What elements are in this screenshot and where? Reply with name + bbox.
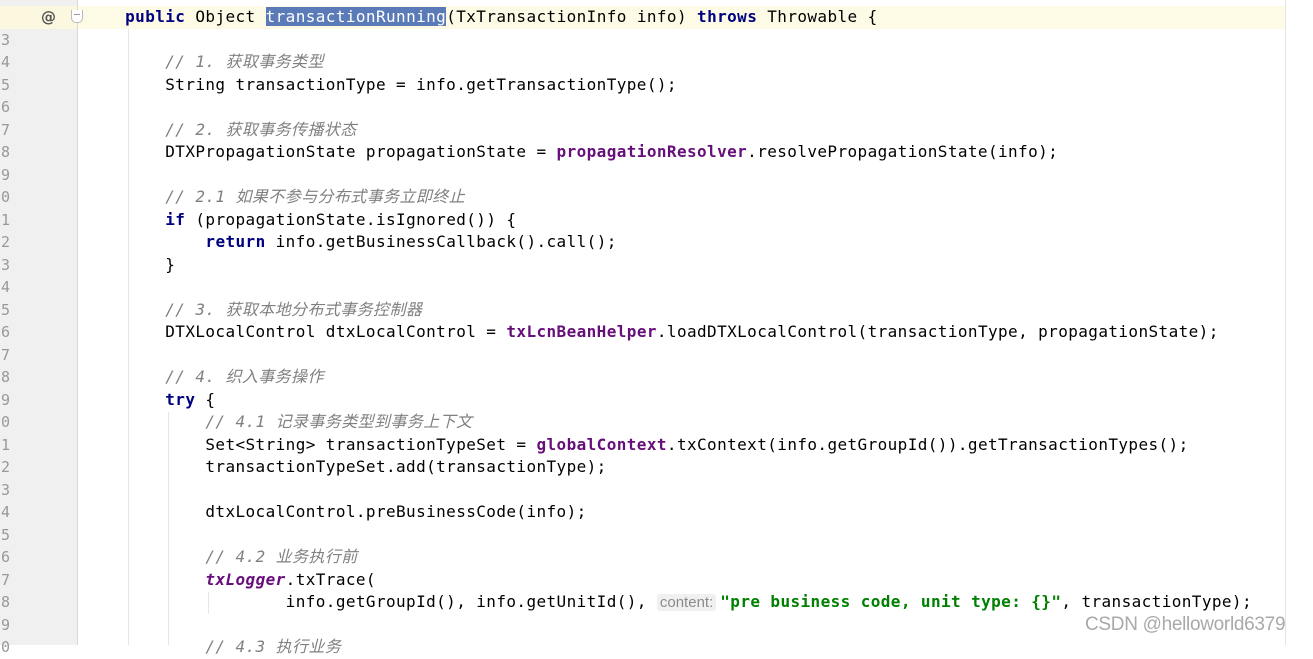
code-text: (TxTransactionInfo info) xyxy=(446,7,698,26)
line-number: 4 xyxy=(0,503,10,521)
parameter-hint: content: xyxy=(656,594,717,611)
code-text: info.getGroupId(), info.getUnitId(), xyxy=(85,592,657,611)
code-line[interactable]: DTXLocalControl dtxLocalControl = txLcnB… xyxy=(85,321,1219,344)
keyword: try xyxy=(165,389,196,409)
code-line[interactable]: // 4.2 业务执行前 xyxy=(85,546,358,569)
line-number: 8 xyxy=(0,593,10,611)
keyword: return xyxy=(205,232,266,251)
line-number: 8 xyxy=(0,368,10,386)
code-comment: // 3. 获取本地分布式事务控制器 xyxy=(85,299,423,319)
code-text: (propagationState.isIgnored()) { xyxy=(185,209,517,229)
code-comment: // 4.2 业务执行前 xyxy=(85,547,358,566)
code-text: info.getBusinessCallback().call(); xyxy=(265,232,617,251)
code-text: String transactionType = info.getTransac… xyxy=(85,74,677,94)
line-number: 7 xyxy=(0,570,10,589)
line-number: 9 xyxy=(0,615,10,634)
code-comment: // 4.3 执行业务 xyxy=(85,637,342,656)
code-comment: // 2. 获取事务传播状态 xyxy=(85,119,357,139)
line-number: 7 xyxy=(0,345,10,364)
line-number: 9 xyxy=(0,390,10,409)
keyword: if xyxy=(165,209,186,229)
line-number: 3 xyxy=(0,480,10,499)
line-number: 0 xyxy=(0,413,10,431)
selected-method-name: transactionRunning xyxy=(265,7,447,26)
code-line[interactable]: String transactionType = info.getTransac… xyxy=(85,74,677,97)
code-line[interactable]: txLogger.txTrace( xyxy=(85,569,376,592)
line-number: 0 xyxy=(0,188,10,206)
code-line[interactable]: // 1. 获取事务类型 xyxy=(85,51,324,74)
code-line[interactable]: transactionTypeSet.add(transactionType); xyxy=(85,456,607,479)
line-number: 4 xyxy=(0,53,10,71)
line-number: 3 xyxy=(0,30,10,49)
code-line[interactable]: dtxLocalControl.preBusinessCode(info); xyxy=(85,501,587,524)
code-text: DTXLocalControl dtxLocalControl = xyxy=(85,322,507,341)
code-comment: // 4. 织入事务操作 xyxy=(85,367,324,386)
static-field-reference: txLogger xyxy=(205,569,286,589)
line-number: 0 xyxy=(0,638,10,656)
line-number: 6 xyxy=(0,98,10,116)
line-number: 5 xyxy=(0,75,10,94)
line-number: 5 xyxy=(0,300,10,319)
code-text: DTXPropagationState propagationState = xyxy=(85,142,557,161)
code-line[interactable]: // 4. 织入事务操作 xyxy=(85,366,324,389)
line-number: 7 xyxy=(0,120,10,139)
code-comment: // 2.1 如果不参与分布式事务立即终止 xyxy=(85,187,466,206)
code-line[interactable]: // 4.3 执行业务 xyxy=(85,636,341,659)
keyword: throws xyxy=(697,7,758,26)
code-line[interactable]: } xyxy=(85,254,175,277)
line-number: 4 xyxy=(0,278,10,296)
code-comment: // 4.1 记录事务类型到事务上下文 xyxy=(85,412,473,431)
code-text: .resolvePropagationState(info); xyxy=(747,142,1059,161)
code-text: dtxLocalControl.preBusinessCode(info); xyxy=(85,502,587,521)
code-comment: // 1. 获取事务类型 xyxy=(85,52,324,71)
line-number: 3 xyxy=(0,255,10,274)
code-line[interactable]: // 4.1 记录事务类型到事务上下文 xyxy=(85,411,472,434)
line-number: 2 xyxy=(0,458,10,476)
line-number: 6 xyxy=(0,548,10,566)
code-text: , transactionType); xyxy=(1061,592,1252,611)
code-line[interactable]: public Object transactionRunning(TxTrans… xyxy=(85,6,878,29)
code-line[interactable]: // 2.1 如果不参与分布式事务立即终止 xyxy=(85,186,465,209)
code-line[interactable]: Set<String> transactionTypeSet = globalC… xyxy=(85,434,1189,457)
line-number: 9 xyxy=(0,165,10,184)
keyword: public xyxy=(125,7,186,26)
line-number: 8 xyxy=(0,143,10,161)
field-reference: globalContext xyxy=(536,434,667,454)
code-text: } xyxy=(85,254,176,274)
code-text: Set<String> transactionTypeSet = xyxy=(85,434,537,454)
override-marker-icon[interactable]: @ xyxy=(41,6,56,28)
code-line[interactable]: info.getGroupId(), info.getUnitId(), con… xyxy=(85,591,1252,614)
line-number: 6 xyxy=(0,323,10,341)
string-literal: "pre business code, unit type: {}" xyxy=(720,592,1062,611)
line-number: 5 xyxy=(0,525,10,544)
field-reference: txLcnBeanHelper xyxy=(506,322,657,341)
field-reference: propagationResolver xyxy=(556,142,748,161)
code-text: { xyxy=(195,389,216,409)
code-line[interactable]: DTXPropagationState propagationState = p… xyxy=(85,141,1058,164)
code-line[interactable]: // 3. 获取本地分布式事务控制器 xyxy=(85,299,422,322)
code-text: Object xyxy=(185,7,266,26)
line-number: 2 xyxy=(0,233,10,251)
right-margin-guide xyxy=(1285,0,1286,645)
code-line[interactable]: // 2. 获取事务传播状态 xyxy=(85,119,357,142)
watermark: CSDN @helloworld6379 xyxy=(1085,614,1286,635)
code-text: .txContext(info.getGroupId()).getTransac… xyxy=(666,434,1189,454)
code-text: transactionTypeSet.add(transactionType); xyxy=(85,457,607,476)
code-line[interactable]: if (propagationState.isIgnored()) { xyxy=(85,209,516,232)
line-number-gutter[interactable]: 23456789012345678901234567890 xyxy=(0,0,78,656)
gutter-current-line xyxy=(0,6,77,29)
code-text: Throwable { xyxy=(757,7,878,26)
code-text: .loadDTXLocalControl(transactionType, pr… xyxy=(656,322,1219,341)
code-text: .txTrace( xyxy=(285,569,376,589)
code-line[interactable]: try { xyxy=(85,389,215,412)
code-line[interactable]: return info.getBusinessCallback().call()… xyxy=(85,231,617,254)
line-number: 1 xyxy=(0,435,10,454)
fold-icon[interactable] xyxy=(71,10,83,23)
line-number: 1 xyxy=(0,210,10,229)
